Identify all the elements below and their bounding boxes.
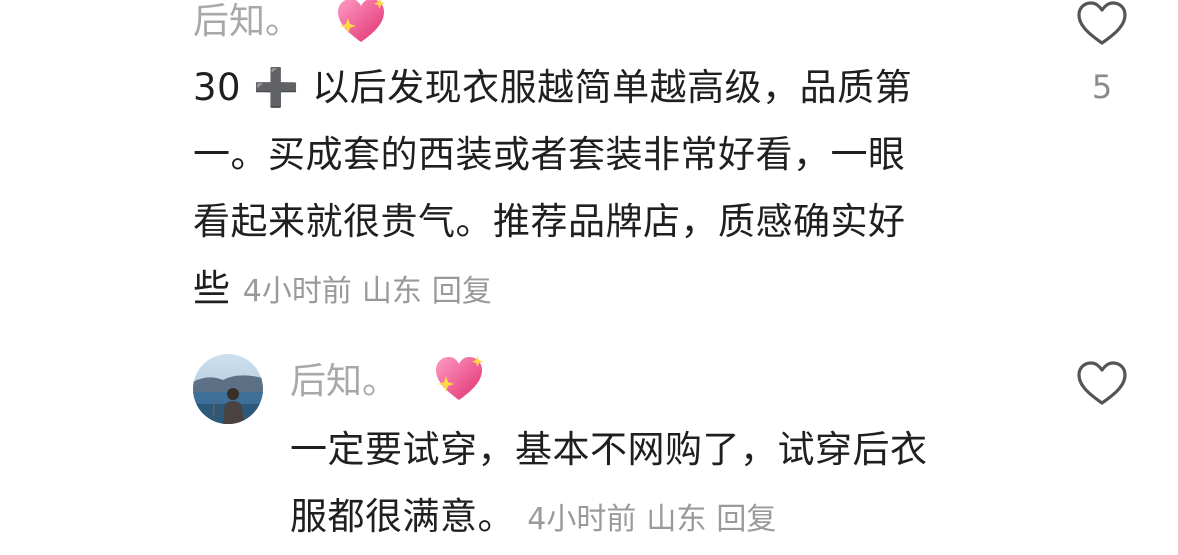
comment-text: 30 ➕ 以后发现衣服越简单越高级，品质第 一。买成套的西装或者套装非常好看，一… — [193, 54, 912, 325]
reply-button[interactable]: 回复 — [432, 274, 492, 309]
comment-location: 山东 — [361, 274, 422, 309]
comment-time: 4小时前 — [527, 502, 637, 537]
avatar-image — [193, 354, 263, 424]
like-count: 5 — [1091, 68, 1113, 106]
comment-text-line: 看起来就很贵气。推荐品牌店，质感确实好 — [193, 200, 906, 243]
comment-text-line: 服都很满意。 — [290, 495, 515, 538]
comment-meta: 4小时前 山东 回复 — [527, 502, 786, 537]
sparkling-heart-icon — [436, 356, 483, 400]
heart-outline-icon[interactable] — [1075, 0, 1129, 48]
heart-outline-icon[interactable] — [1075, 360, 1129, 408]
comment-location: 山东 — [646, 502, 707, 537]
comment-username[interactable]: 后知。 — [193, 0, 301, 46]
comment-username[interactable]: 后知。 — [290, 358, 398, 406]
comment-time: 4小时前 — [242, 274, 352, 309]
comment-text-line: 些 — [193, 267, 231, 310]
reply-button[interactable]: 回复 — [716, 502, 776, 537]
avatar[interactable] — [193, 354, 263, 424]
comment-text-line: 一。买成套的西装或者套装非常好看，一眼 — [193, 133, 906, 176]
comment-text-line: 一定要试穿，基本不网购了，试穿后衣 — [290, 428, 928, 471]
comment-meta: 4小时前 山东 回复 — [243, 274, 502, 309]
sparkling-heart-icon — [338, 0, 385, 42]
comment-text-last-line: 服都很满意。 4小时前 山东 回复 — [290, 483, 928, 553]
comment-text: 一定要试穿，基本不网购了，试穿后衣 服都很满意。 4小时前 山东 回复 — [290, 416, 928, 553]
comment-text-line: 30 ➕ 以后发现衣服越简单越高级，品质第 — [193, 66, 913, 109]
comment-text-last-line: 些 4小时前 山东 回复 — [193, 255, 912, 325]
